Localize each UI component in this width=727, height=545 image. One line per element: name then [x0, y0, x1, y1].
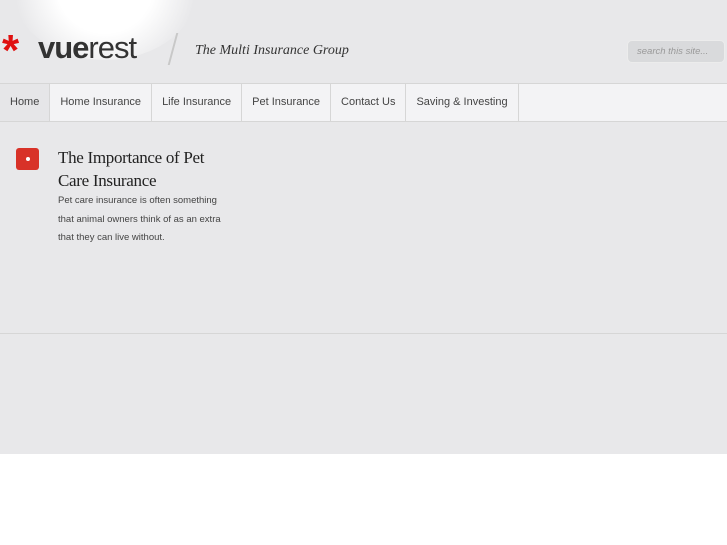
nav-home[interactable]: Home: [0, 84, 51, 121]
logo-light: rest: [88, 30, 137, 65]
nav-saving-investing[interactable]: Saving & Investing: [406, 84, 519, 121]
article-bullet-icon: [16, 148, 39, 170]
section-divider: [0, 333, 727, 334]
asterisk-logo-icon: *: [2, 26, 19, 75]
nav-contact-us[interactable]: Contact Us: [331, 84, 407, 121]
nav-life-insurance[interactable]: Life Insurance: [152, 84, 243, 121]
nav-pet-insurance[interactable]: Pet Insurance: [242, 84, 332, 121]
article-title[interactable]: The Importance of Pet Care Insurance: [58, 146, 228, 192]
main-nav: Home Home Insurance Life Insurance Pet I…: [0, 83, 727, 122]
tagline: The Multi Insurance Group: [195, 43, 349, 58]
nav-home-insurance[interactable]: Home Insurance: [50, 84, 153, 121]
logo-bold: vue: [38, 30, 89, 65]
article-excerpt: Pet care insurance is often something th…: [58, 195, 221, 243]
search-input[interactable]: search this site...: [627, 40, 725, 63]
